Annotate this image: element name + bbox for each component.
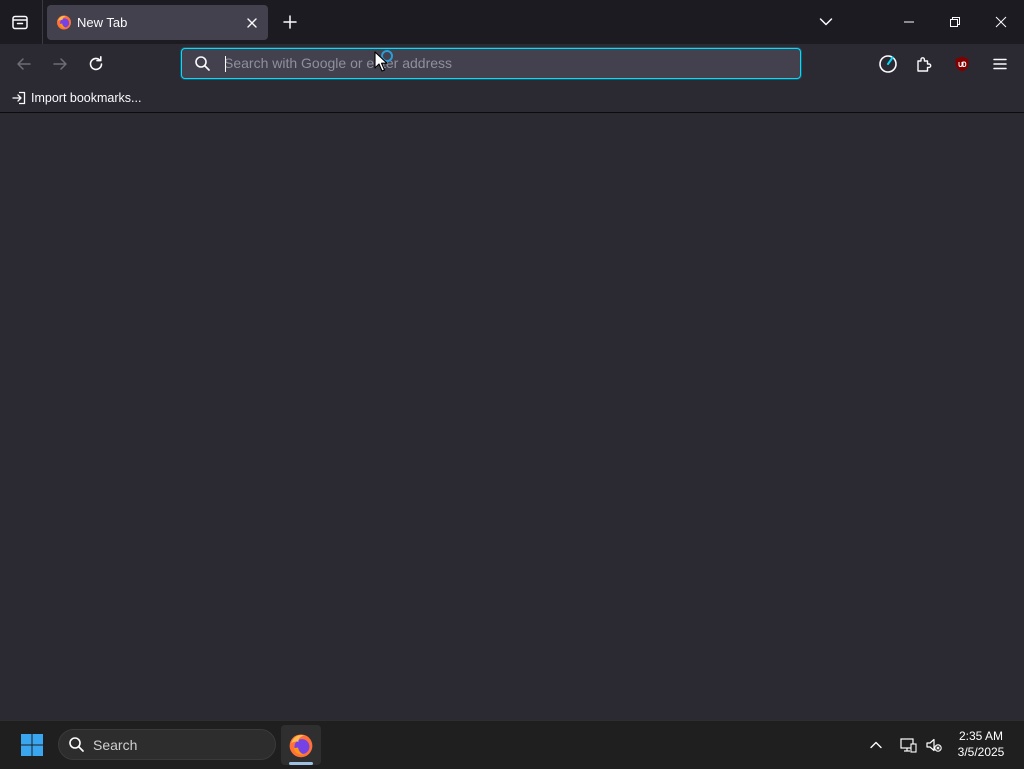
restore-button[interactable] bbox=[932, 0, 978, 44]
clock-date: 3/5/2025 bbox=[957, 745, 1005, 759]
list-all-tabs-button[interactable] bbox=[812, 8, 840, 36]
bookmarks-toolbar: Import bookmarks... bbox=[0, 84, 1024, 113]
taskbar-search-label: Search bbox=[93, 737, 138, 753]
reload-icon bbox=[89, 56, 103, 71]
search-icon bbox=[195, 56, 210, 71]
firefox-icon bbox=[289, 734, 313, 758]
network-icon bbox=[900, 738, 917, 753]
puzzle-icon bbox=[917, 57, 932, 72]
navigation-toolbar bbox=[0, 44, 1024, 84]
import-bookmarks-label: Import bookmarks... bbox=[31, 91, 142, 105]
volume-button[interactable] bbox=[920, 729, 948, 761]
tab-list-icon bbox=[12, 15, 28, 30]
taskbar: Search 2:35 AM 3/5/2025 bbox=[0, 720, 1024, 769]
tab-title: New Tab bbox=[77, 15, 128, 30]
taskbar-firefox-button[interactable] bbox=[281, 725, 321, 765]
mouse-pointer-icon bbox=[374, 51, 388, 72]
show-hidden-icons-button[interactable] bbox=[862, 729, 890, 761]
pie-icon bbox=[879, 55, 897, 73]
running-indicator bbox=[289, 762, 313, 765]
windows-logo-icon bbox=[21, 734, 43, 756]
pocket-button[interactable] bbox=[872, 48, 904, 80]
search-icon bbox=[69, 737, 84, 752]
plus-icon bbox=[283, 15, 297, 29]
network-button[interactable] bbox=[894, 729, 922, 761]
reload-button[interactable] bbox=[80, 48, 112, 80]
close-icon bbox=[247, 18, 257, 28]
import-bookmarks-button[interactable]: Import bookmarks... bbox=[8, 88, 145, 108]
new-tab-button[interactable] bbox=[276, 8, 304, 36]
firefox-icon bbox=[57, 15, 71, 30]
window-close-button[interactable] bbox=[978, 0, 1024, 44]
tab-separator bbox=[42, 0, 43, 44]
tab-close-button[interactable] bbox=[241, 12, 263, 34]
chevron-down-icon bbox=[819, 18, 833, 26]
ublock-origin-button[interactable] bbox=[946, 48, 978, 80]
clock-time: 2:35 AM bbox=[958, 729, 1004, 743]
app-menu-button[interactable] bbox=[984, 48, 1016, 80]
taskbar-search-box[interactable]: Search bbox=[58, 729, 276, 760]
arrow-left-icon bbox=[17, 58, 31, 70]
extensions-button[interactable] bbox=[908, 48, 940, 80]
minimize-icon bbox=[904, 21, 914, 23]
system-clock[interactable]: 2:35 AM 3/5/2025 bbox=[950, 728, 1012, 760]
address-bar[interactable] bbox=[181, 48, 801, 79]
back-button[interactable] bbox=[8, 48, 40, 80]
import-icon bbox=[12, 91, 26, 105]
forward-button[interactable] bbox=[44, 48, 76, 80]
arrow-right-icon bbox=[53, 58, 67, 70]
restore-icon bbox=[950, 17, 960, 27]
start-button[interactable] bbox=[12, 725, 52, 765]
tab-list-button[interactable] bbox=[4, 6, 36, 38]
shield-icon bbox=[955, 56, 969, 72]
tab-new-tab[interactable]: New Tab bbox=[47, 5, 268, 40]
speaker-muted-icon bbox=[926, 738, 942, 752]
page-content bbox=[0, 113, 1024, 720]
tab-strip: New Tab bbox=[0, 0, 1024, 44]
minimize-button[interactable] bbox=[886, 0, 932, 44]
close-icon bbox=[995, 16, 1007, 28]
text-caret bbox=[225, 56, 226, 72]
address-input[interactable] bbox=[224, 52, 784, 74]
hamburger-icon bbox=[993, 58, 1007, 70]
chevron-up-icon bbox=[870, 741, 882, 749]
